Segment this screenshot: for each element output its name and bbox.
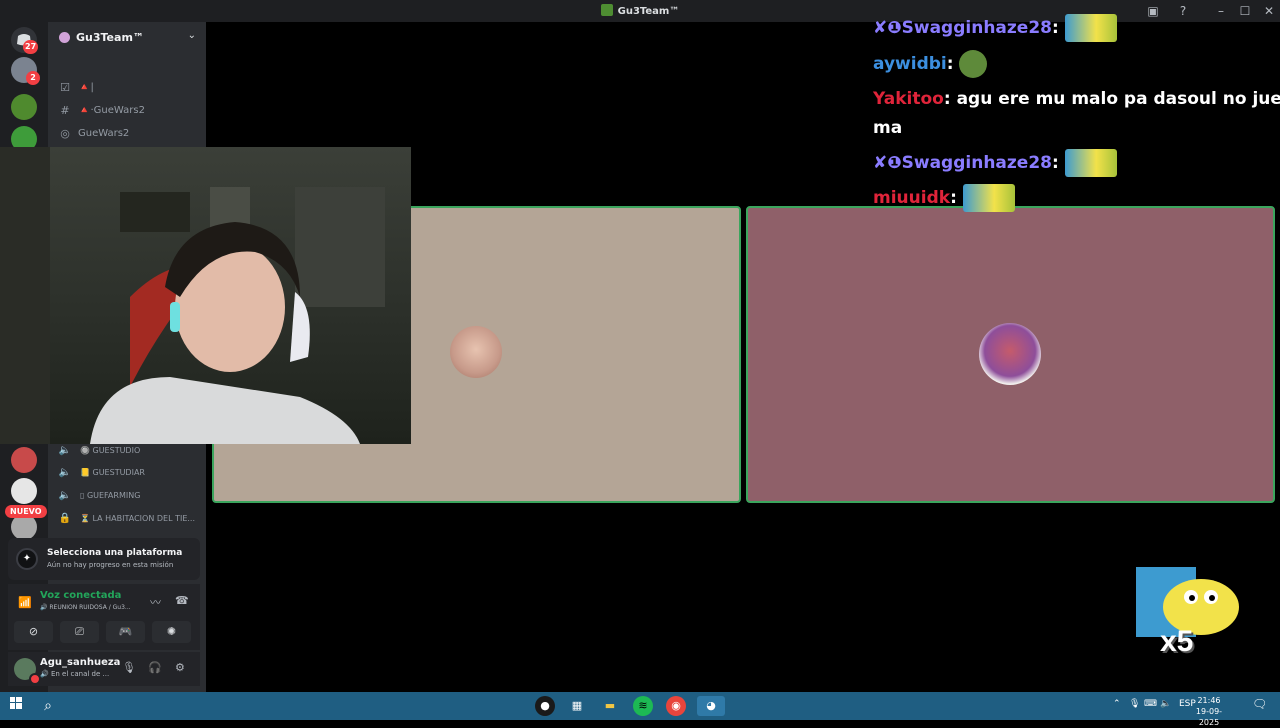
server-header[interactable]: Gu3Team™ ⌄	[48, 22, 206, 54]
voice-channel-item[interactable]: 🔒 ⏳ LA HABITACION DEL TIE...	[58, 509, 195, 527]
notifications-icon[interactable]: 🗨	[1252, 697, 1267, 711]
chat-message: ✘❶Swagginhaze28:	[873, 149, 1117, 177]
chat-message: miuuidk:	[873, 184, 1015, 212]
channel-item[interactable]: ◎ GueWars2	[58, 124, 129, 142]
system-clock[interactable]: 21:46 19-09-2025	[1196, 695, 1222, 728]
inbox-icon[interactable]: ▣	[1141, 0, 1165, 22]
search-icon[interactable]: ⌕	[38, 696, 58, 716]
quest-subtitle: Aún no hay progreso en esta misión	[47, 561, 174, 569]
chat-text: agu ere mu malo pa dasoul no juege	[956, 89, 1280, 109]
user-panel: Agu_sanhueza 🔊 En el canal de ... 🎙 🎧 ⚙	[8, 652, 200, 686]
quest-title: Selecciona una plataforma	[47, 548, 183, 558]
voice-channel-item[interactable]: 🔈 📒 GUESTUDIAR	[58, 463, 145, 481]
quest-icon: ✦	[16, 548, 38, 570]
chat-message: ✘❶Swagginhaze28:	[873, 14, 1117, 42]
headphones-icon[interactable]: 🎧	[148, 661, 162, 674]
quest-card[interactable]: ✦ Selecciona una plataforma Aún no hay p…	[8, 538, 200, 580]
server-icon-trollface[interactable]	[11, 478, 37, 504]
chat-username: miuuidk	[873, 188, 951, 208]
emote-icon	[1064, 14, 1117, 42]
noise-suppression-icon[interactable]: 〰	[150, 594, 161, 610]
minimize-button[interactable]: –	[1209, 0, 1233, 22]
chat-message: Yakitoo: agu ere mu malo pa dasoul no ju…	[873, 89, 1280, 109]
help-icon[interactable]: ?	[1171, 0, 1195, 22]
voice-channel-detail[interactable]: 🔊 REUNION RUIDOSA / Gu3...	[40, 604, 131, 611]
chat-username: Yakitoo	[873, 89, 944, 109]
server-flower-icon	[59, 32, 70, 43]
maximize-button[interactable]: ☐	[1233, 0, 1257, 22]
gear-icon[interactable]: ⚙	[175, 661, 185, 674]
pepe-emote-icon	[959, 50, 988, 78]
spotify-icon[interactable]: ≋	[633, 696, 653, 716]
windows-start-icon[interactable]	[6, 696, 26, 716]
server-icon-pepe[interactable]	[11, 94, 37, 120]
disconnect-icon[interactable]: ☎	[175, 594, 189, 607]
camera-button[interactable]: ⊘	[14, 621, 53, 643]
stage-icon: ◎	[60, 126, 70, 140]
channel-item[interactable]: ☑ 🔺|	[58, 78, 94, 96]
emote-icon	[1064, 149, 1117, 177]
clock-time: 21:46	[1197, 696, 1221, 705]
server-name: Gu3Team™	[76, 31, 144, 44]
emote-combo-overlay: x5	[1136, 567, 1248, 663]
signal-icon[interactable]: 📶	[18, 596, 32, 609]
hash-icon: #	[60, 103, 70, 117]
checkbox-icon: ☑	[60, 80, 70, 94]
new-server-badge: NUEVO	[5, 505, 47, 518]
chat-message: ma	[873, 118, 902, 138]
server-logo-icon	[600, 4, 613, 16]
user-status: 🔊 En el canal de ...	[40, 670, 110, 678]
channel-item[interactable]: # 🔺·GueWars2	[58, 101, 145, 119]
speaker-icon: 🔈	[58, 466, 72, 478]
screen-share-button[interactable]: ⎚	[60, 621, 99, 643]
dm-badge: 2	[26, 71, 40, 85]
voice-status[interactable]: Voz conectada	[40, 590, 121, 601]
voice-panel: 📶 Voz conectada 🔊 REUNION RUIDOSA / Gu3.…	[8, 584, 200, 650]
chat-username: ✘❶Swagginhaze28	[873, 153, 1052, 173]
store-icon[interactable]: ▦	[567, 696, 587, 716]
close-button[interactable]: ✕	[1257, 0, 1280, 22]
avatar	[979, 323, 1041, 385]
chevron-down-icon[interactable]: ⌄	[188, 30, 196, 41]
home-badge: 27	[23, 40, 39, 54]
voice-channel-item[interactable]: 🔈 ▯ GUEFARMING	[58, 486, 141, 504]
speaker-icon: 🔈	[58, 444, 72, 456]
soundboard-button[interactable]: ✺	[152, 621, 191, 643]
lock-icon: 🔒	[58, 512, 72, 524]
taskbar: ⌕ ● ▦ ▬ ≋ ◉ ◕ ⌃ 🎙 ⌨ 🔈 ESP 21:46 19-09-20…	[0, 692, 1280, 727]
webcam-feed	[0, 147, 411, 444]
speaker-icon: 🔈	[58, 489, 72, 501]
network-icon[interactable]: ⌨	[1144, 699, 1157, 709]
microphone-tray-icon[interactable]: 🎙	[1129, 699, 1140, 709]
chat-username: ✘❶Swagginhaze28	[873, 18, 1052, 38]
clock-date: 19-09-2025	[1195, 707, 1223, 727]
activity-button[interactable]: 🎮	[106, 621, 145, 643]
emote-icon	[962, 184, 1015, 212]
chat-text: ma	[873, 118, 903, 138]
window-title: Gu3Team™	[617, 6, 680, 17]
file-explorer-icon[interactable]: ▬	[600, 696, 620, 716]
chat-username: aywidbi	[873, 54, 947, 74]
discord-taskbar-icon[interactable]: ◕	[697, 696, 725, 716]
username[interactable]: Agu_sanhueza	[40, 657, 120, 668]
avatar	[450, 326, 502, 378]
volume-icon[interactable]: 🔈	[1160, 699, 1171, 709]
chat-message: aywidbi:	[873, 50, 988, 78]
participant-tile[interactable]	[746, 206, 1275, 503]
server-icon-glasses[interactable]	[11, 447, 37, 473]
chrome-icon[interactable]: ◉	[666, 696, 686, 716]
obs-icon[interactable]: ●	[535, 696, 555, 716]
chevron-up-icon[interactable]: ⌃	[1113, 699, 1121, 709]
microphone-icon[interactable]: 🎙	[122, 661, 136, 674]
combo-multiplier: x5	[1160, 625, 1194, 658]
